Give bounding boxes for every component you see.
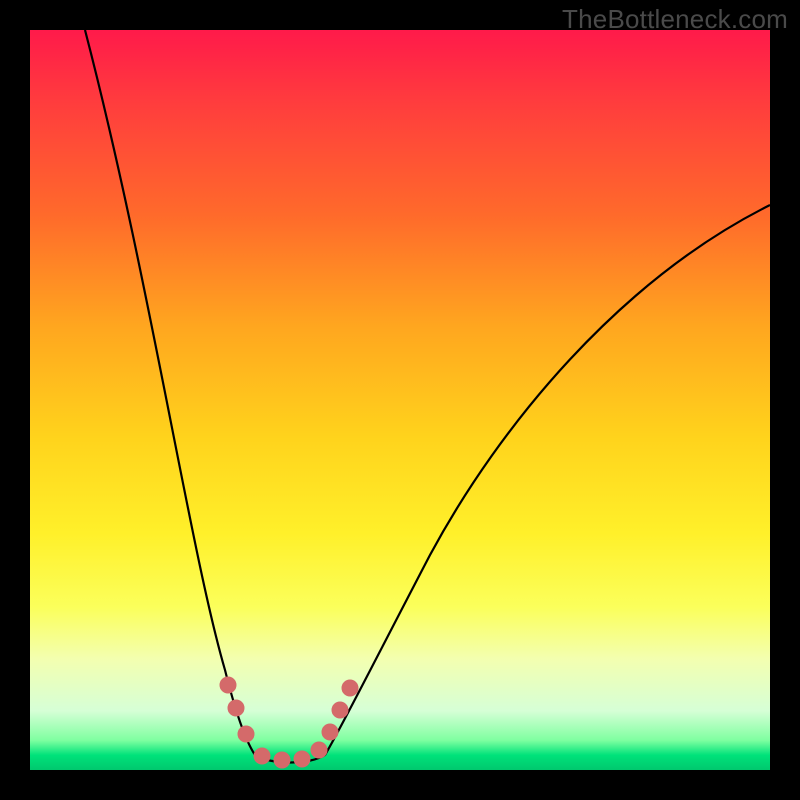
curve-right-branch (325, 205, 770, 755)
bottleneck-curve-layer (30, 30, 770, 770)
marker-dot (274, 752, 290, 768)
marker-dot (220, 677, 236, 693)
marker-dot (311, 742, 327, 758)
plot-area (30, 30, 770, 770)
marker-dot (294, 751, 310, 767)
marker-dot (322, 724, 338, 740)
marker-dot (332, 702, 348, 718)
marker-dot (238, 726, 254, 742)
curve-left-branch (85, 30, 255, 755)
marker-dot (228, 700, 244, 716)
marker-dot (254, 748, 270, 764)
marker-dot (342, 680, 358, 696)
chart-container: TheBottleneck.com (0, 0, 800, 800)
